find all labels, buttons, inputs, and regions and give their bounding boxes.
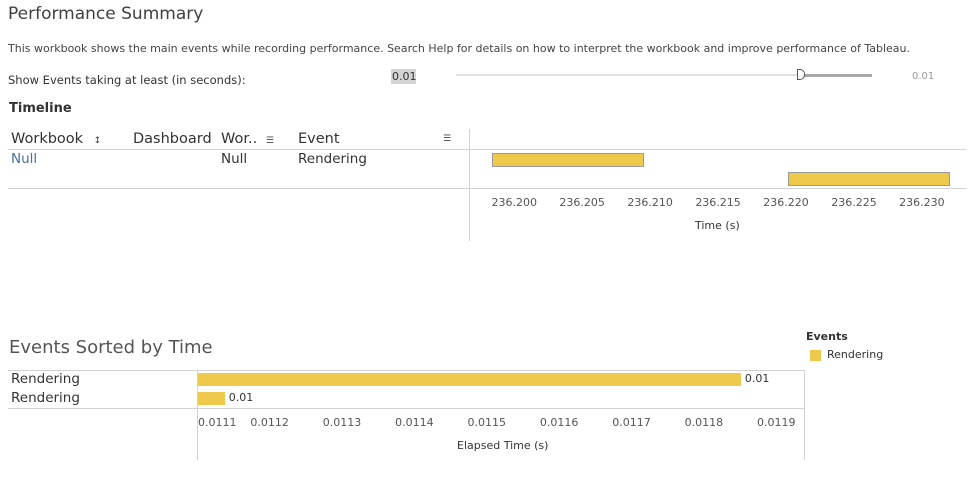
elapsed-x-tick-label: 0.0116 (539, 416, 579, 429)
timeline-x-tick-label: 236.230 (899, 196, 945, 209)
page-title: Performance Summary (8, 4, 204, 24)
column-header-worksheet[interactable]: Wor.. ☰ (221, 131, 274, 147)
elapsed-bar-data-label: 0.01 (744, 372, 770, 385)
cell-workbook[interactable]: Null (11, 151, 37, 167)
page-description: This workbook shows the main events whil… (8, 42, 911, 55)
elapsed-x-tick-label: 0.0115 (467, 416, 507, 429)
column-header-workbook-label: Workbook (11, 131, 84, 147)
legend-swatch-rendering[interactable] (810, 350, 821, 361)
threshold-slider-fill (801, 74, 872, 77)
sort-alpha-icon[interactable]: ↕ (94, 136, 102, 146)
timeline-bar-rendering[interactable] (491, 153, 644, 167)
timeline-x-tick-label: 236.220 (763, 196, 809, 209)
event-row-label: Rendering (11, 390, 80, 406)
events-right-border (804, 370, 805, 460)
elapsed-x-tick-label: 0.0113 (322, 416, 362, 429)
events-section-title: Events Sorted by Time (9, 337, 213, 358)
event-row-label: Rendering (11, 371, 80, 387)
elapsed-x-tick-label: 0.0117 (612, 416, 651, 429)
events-bottom-divider (8, 408, 805, 409)
elapsed-x-tick-label: 0.0111 (198, 416, 237, 429)
elapsed-x-tick-label: 0.0118 (684, 416, 724, 429)
timeline-x-tick-label: 236.215 (695, 196, 741, 209)
elapsed-x-tick-label: 0.0112 (250, 416, 289, 429)
timeline-x-tick-label: 236.205 (559, 196, 605, 209)
row-divider (8, 188, 966, 189)
column-header-workbook[interactable]: Workbook ↕ (11, 131, 101, 147)
timeline-bar-rendering[interactable] (787, 172, 950, 186)
threshold-slider-handle[interactable] (797, 69, 806, 80)
elapsed-x-tick-label: 0.0119 (757, 416, 796, 429)
legend-label-rendering[interactable]: Rendering (827, 348, 883, 361)
legend-title: Events (806, 330, 848, 343)
min-seconds-input[interactable] (391, 69, 416, 84)
sort-icon[interactable]: ☰ (266, 136, 274, 146)
elapsed-bar-rendering[interactable] (198, 392, 225, 405)
header-divider (8, 149, 966, 150)
timeline-x-axis-title: Time (s) (695, 219, 740, 232)
slider-max-label: 0.01 (912, 71, 935, 82)
column-header-event-label: Event (298, 131, 340, 147)
elapsed-bar-rendering[interactable] (198, 373, 741, 386)
timeline-axis-line (469, 129, 470, 241)
sort-icon[interactable]: ☰ (443, 134, 451, 144)
filter-label: Show Events taking at least (in seconds)… (8, 73, 246, 87)
events-top-divider (8, 370, 805, 371)
timeline-section-label: Timeline (9, 101, 72, 116)
cell-event: Rendering (298, 151, 367, 167)
timeline-x-tick-label: 236.225 (831, 196, 877, 209)
elapsed-x-tick-label: 0.0114 (395, 416, 434, 429)
elapsed-bar-data-label: 0.01 (228, 391, 254, 404)
timeline-x-tick-label: 236.200 (491, 196, 537, 209)
column-header-dashboard[interactable]: Dashboard (133, 131, 212, 147)
column-header-dashboard-label: Dashboard (133, 131, 212, 147)
timeline-x-tick-label: 236.210 (627, 196, 673, 209)
column-header-worksheet-label: Wor.. (221, 131, 258, 147)
column-header-event[interactable]: Event (298, 131, 340, 147)
cell-worksheet: Null (221, 151, 248, 167)
elapsed-x-axis-title: Elapsed Time (s) (457, 439, 549, 452)
